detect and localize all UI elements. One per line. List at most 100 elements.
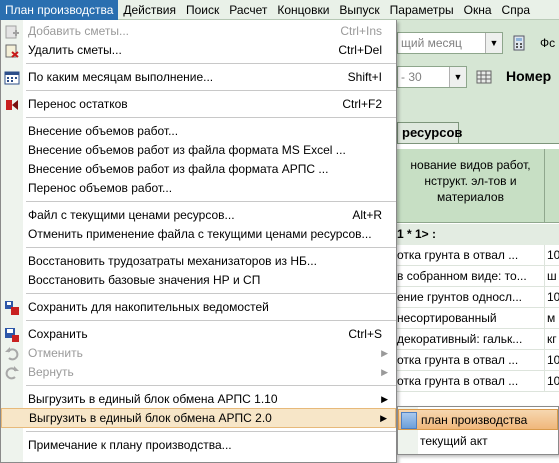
table-cell: 10 — [547, 353, 559, 367]
menu-item-cancel-prices-file[interactable]: Отменить применение файла с текущими цен… — [1, 225, 396, 244]
menu-item-shortcut: Ctrl+F2 — [342, 97, 382, 111]
menu-item-label: Отменить применение файла с текущими цен… — [28, 227, 372, 241]
submenu-arrow-icon: ▶ — [381, 348, 388, 358]
table-cell: кг — [547, 332, 557, 346]
menu-item-label: Сохранить для накопительных ведомостей — [28, 300, 269, 314]
menu-separator — [26, 385, 396, 386]
menu-item-shortcut: Ctrl+S — [348, 327, 382, 341]
menu-item-prices-file[interactable]: Файл с текущими ценами ресурсов... Alt+R — [1, 206, 396, 225]
menu-item-label: Перенос объемов работ... — [28, 181, 173, 195]
chevron-down-icon[interactable]: ▼ — [485, 33, 502, 53]
table-cell: декоративный: гальк... — [397, 329, 545, 349]
menu-item-months[interactable]: По каким месяцам выполнение... Shift+I — [1, 68, 396, 87]
submenu-arrow-icon: ▶ — [380, 413, 387, 423]
menu-item-enter-volumes[interactable]: Внесение объемов работ... — [1, 122, 396, 141]
menu-item-label: Внесение объемов работ из файла формата … — [28, 143, 346, 157]
menu-plan[interactable]: План производства — [0, 0, 119, 20]
menu-windows[interactable]: Окна — [459, 0, 497, 20]
submenu-item-label: план производства — [421, 413, 528, 427]
menu-item-add-estimates[interactable]: Добавить сметы... Ctrl+Ins — [1, 22, 396, 41]
table-cell: 10 — [547, 248, 559, 262]
add-estimate-icon — [5, 25, 19, 39]
menu-item-label: Добавить сметы... — [28, 24, 130, 38]
menu-separator — [26, 293, 396, 294]
plan-dropdown-menu: Добавить сметы... Ctrl+Ins Удалить сметы… — [0, 20, 397, 463]
menu-item-transfer-remains[interactable]: Перенос остатков Ctrl+F2 — [1, 95, 396, 114]
menu-separator — [26, 247, 396, 248]
menu-item-label: Сохранить — [28, 327, 88, 341]
menu-item-restore-base[interactable]: Восстановить базовые значения НР и СП — [1, 271, 396, 290]
submenu-arrow-icon: ▶ — [381, 394, 388, 404]
submenu-arrow-icon: ▶ — [381, 367, 388, 377]
menu-item-label: Выгрузить в единый блок обмена АРПС 2.0 — [29, 411, 272, 425]
table-cell: м — [547, 311, 556, 325]
table-row[interactable]: в собранном виде: то... ш — [397, 266, 559, 287]
menu-item-label: По каким месяцам выполнение... — [28, 70, 214, 84]
submenu-item-label: текущий акт — [420, 434, 488, 448]
tab-resources[interactable]: ресурсов — [397, 122, 462, 143]
redo-icon — [5, 366, 19, 380]
table-row[interactable]: отка грунта в отвал ...10 — [397, 371, 559, 392]
menu-item-shortcut: Ctrl+Del — [338, 43, 382, 57]
menu-parameters[interactable]: Параметры — [385, 0, 459, 20]
menu-item-volumes-excel[interactable]: Внесение объемов работ из файла формата … — [1, 141, 396, 160]
table-cell: несортированный — [397, 308, 545, 328]
export-arps-submenu: план производства текущий акт — [397, 406, 559, 455]
table-cell: отка грунта в отвал ... — [397, 245, 545, 265]
menu-help[interactable]: Спра — [497, 0, 536, 20]
calculator-icon[interactable] — [511, 35, 527, 51]
menu-item-label: Внесение объемов работ... — [28, 124, 179, 138]
grid-group-row: 1 * 1> : — [397, 224, 559, 245]
menu-item-export-arps-20[interactable]: Выгрузить в единый блок обмена АРПС 2.0 … — [1, 408, 396, 428]
menu-separator — [26, 63, 396, 64]
menu-item-label: Внесение объемов работ из файла формата … — [28, 162, 329, 176]
table-row[interactable]: ение грунтов односл...10 — [397, 287, 559, 308]
menu-item-transfer-volumes[interactable]: Перенос объемов работ... — [1, 179, 396, 198]
table-row[interactable]: декоративный: гальк... кг — [397, 329, 559, 350]
menu-item-save-cumulative[interactable]: Сохранить для накопительных ведомостей — [1, 298, 396, 317]
menu-item-redo[interactable]: Вернуть ▶ — [1, 363, 396, 382]
menu-item-label: Отменить — [28, 346, 83, 360]
undo-icon — [5, 347, 19, 361]
grid-header-unit — [545, 149, 559, 223]
delete-estimate-icon — [5, 44, 19, 58]
menu-item-restore-labor[interactable]: Восстановить трудозатраты механизаторов … — [1, 252, 396, 271]
menu-item-label: Восстановить базовые значения НР и СП — [28, 273, 261, 287]
menu-endings[interactable]: Концовки — [272, 0, 334, 20]
grid-header-line: нструкт. эл-тов и — [424, 174, 517, 188]
submenu-item-current-act[interactable]: текущий акт — [398, 431, 558, 452]
menu-item-label: Файл с текущими ценами ресурсов... — [28, 208, 235, 222]
table-cell: ш — [547, 269, 557, 283]
table-row[interactable]: отка грунта в отвал ...10 — [397, 245, 559, 266]
table-cell: ение грунтов односл... — [397, 287, 545, 307]
menu-item-label: Перенос остатков — [28, 97, 128, 111]
grid-header-line: материалов — [437, 190, 504, 204]
menu-item-note[interactable]: Примечание к плану производства... — [1, 436, 396, 455]
menu-actions[interactable]: Действия — [118, 0, 181, 20]
menu-item-volumes-arps[interactable]: Внесение объемов работ из файла формата … — [1, 160, 396, 179]
period-combo[interactable]: щий месяц ▼ — [397, 32, 503, 54]
submenu-item-production-plan[interactable]: план производства — [398, 409, 558, 430]
menu-item-delete-estimates[interactable]: Удалить сметы... Ctrl+Del — [1, 41, 396, 60]
date-combo[interactable]: - 30 ▼ — [397, 66, 467, 88]
menu-item-shortcut: Ctrl+Ins — [340, 24, 382, 38]
menubar: План производства Действия Поиск Расчет … — [0, 0, 559, 20]
table-row[interactable]: отка грунта в отвал ...10 — [397, 350, 559, 371]
grid-calendar-icon[interactable] — [476, 69, 492, 85]
chevron-down-icon[interactable]: ▼ — [449, 67, 466, 87]
grid-header-name: нование видов работ, нструкт. эл-тов и м… — [397, 149, 545, 223]
menu-item-save[interactable]: Сохранить Ctrl+S — [1, 325, 396, 344]
menu-separator — [26, 201, 396, 202]
menu-item-label: Удалить сметы... — [28, 43, 122, 57]
table-row[interactable]: несортированный м — [397, 308, 559, 329]
save-icon — [5, 328, 19, 342]
menu-item-label: Восстановить трудозатраты механизаторов … — [28, 254, 317, 268]
menu-search[interactable]: Поиск — [181, 0, 224, 20]
menu-separator — [26, 431, 396, 432]
menu-calc[interactable]: Расчет — [224, 0, 272, 20]
menu-output[interactable]: Выпуск — [334, 0, 384, 20]
period-combo-value: щий месяц — [401, 36, 462, 50]
menu-item-export-arps-110[interactable]: Выгрузить в единый блок обмена АРПС 1.10… — [1, 390, 396, 409]
menu-item-undo[interactable]: Отменить ▶ — [1, 344, 396, 363]
table-cell: 10 — [547, 374, 559, 388]
